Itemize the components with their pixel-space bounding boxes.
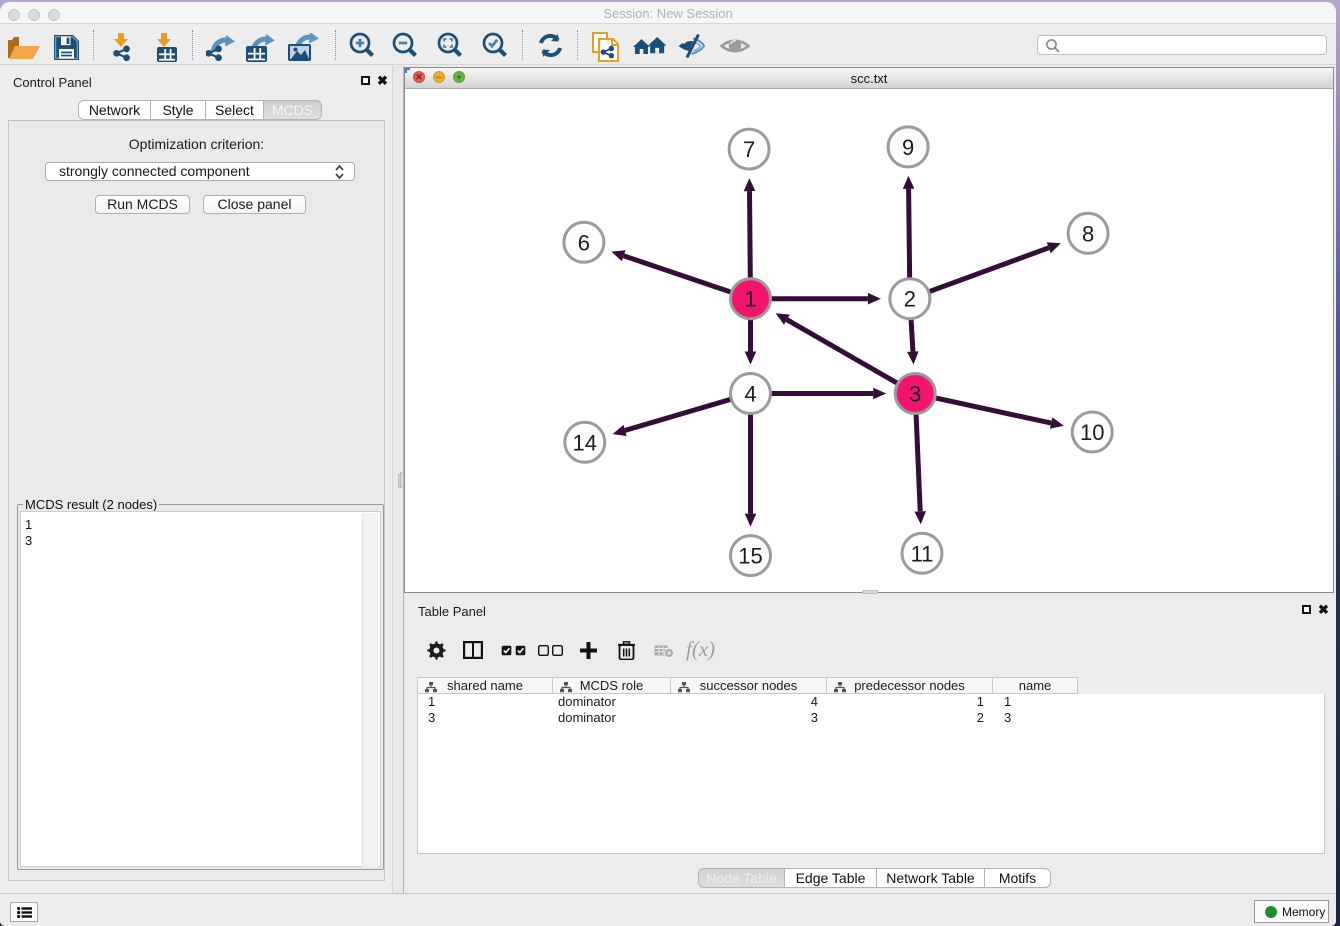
svg-text:6: 6 — [578, 230, 590, 255]
svg-text:7: 7 — [743, 137, 755, 162]
svg-text:4: 4 — [744, 382, 756, 407]
svg-text:11: 11 — [911, 541, 934, 566]
svg-text:10: 10 — [1080, 420, 1104, 445]
svg-text:15: 15 — [738, 544, 762, 569]
svg-text:8: 8 — [1082, 221, 1094, 246]
svg-text:3: 3 — [909, 382, 921, 407]
svg-text:2: 2 — [904, 287, 916, 312]
svg-text:14: 14 — [573, 430, 597, 455]
svg-text:1: 1 — [744, 287, 756, 312]
svg-text:9: 9 — [902, 135, 914, 160]
